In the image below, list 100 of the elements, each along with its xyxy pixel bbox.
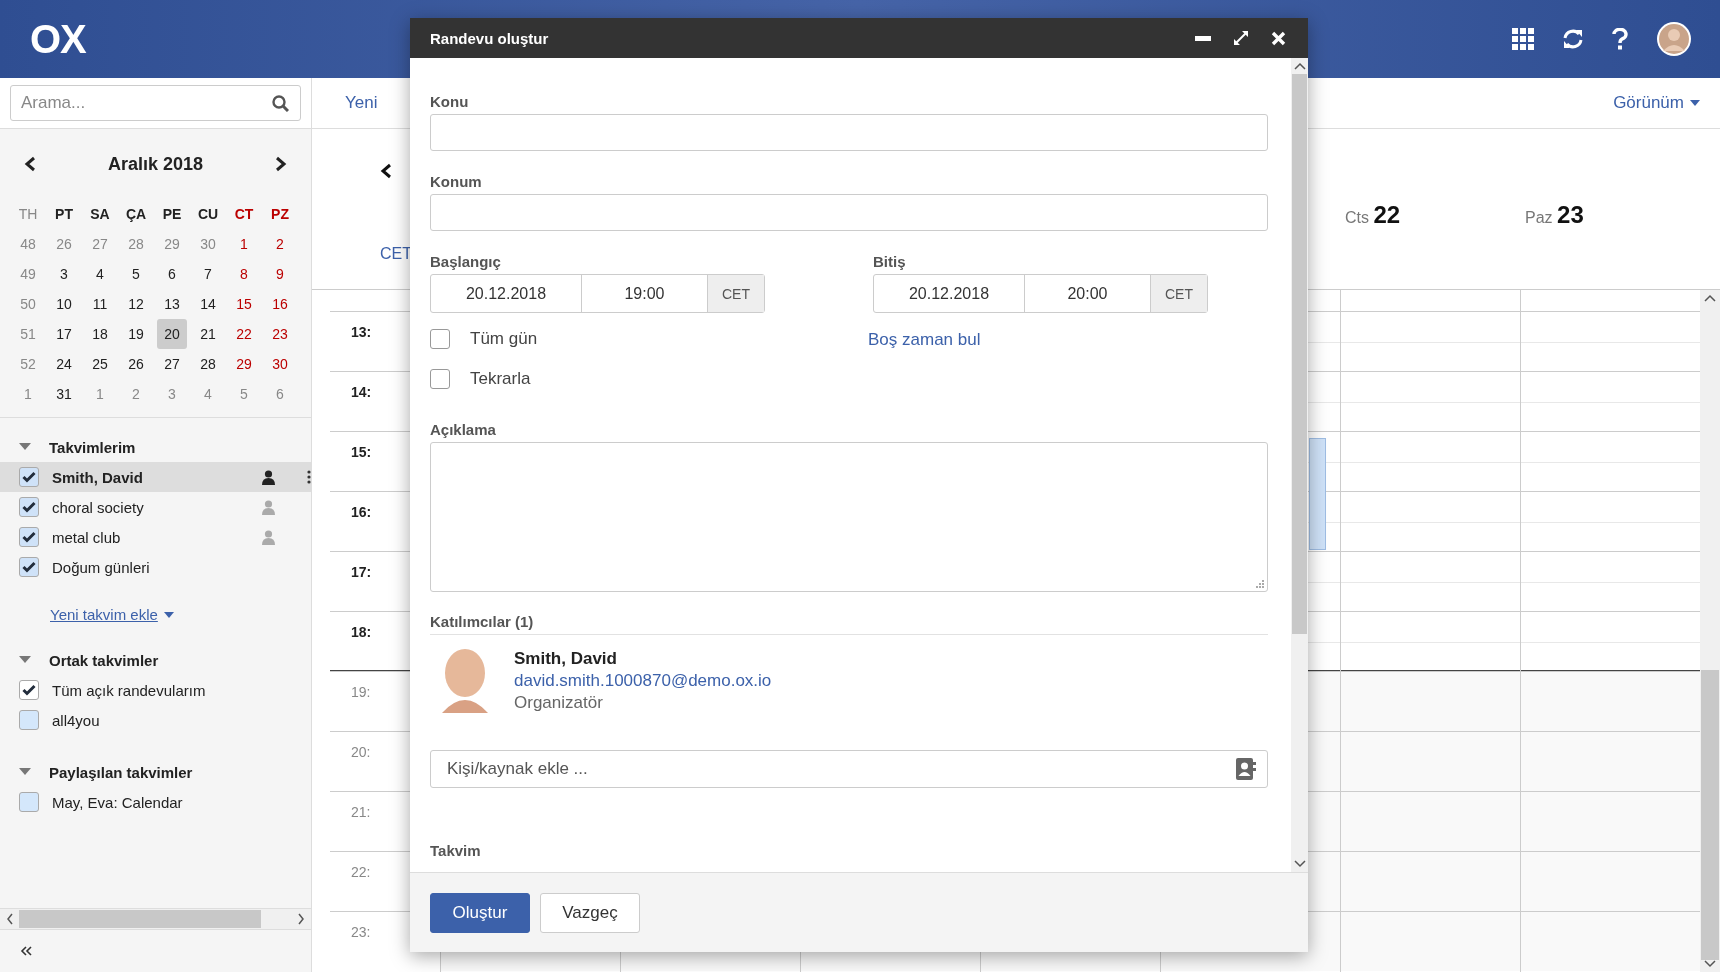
calendar-day[interactable]: 27 bbox=[157, 349, 187, 379]
calendar-day[interactable]: 30 bbox=[265, 349, 295, 379]
calendar-name: Doğum günleri bbox=[52, 558, 151, 576]
search-icon[interactable] bbox=[272, 95, 289, 112]
add-participant-field[interactable]: Kişi/kaynak ekle ... bbox=[430, 750, 1268, 788]
timezone-button[interactable]: CET bbox=[708, 275, 764, 312]
caret-icon[interactable] bbox=[1690, 100, 1700, 106]
calendar-day[interactable]: 12 bbox=[121, 289, 151, 319]
expand-triangle-icon[interactable] bbox=[19, 768, 31, 776]
next-month-icon[interactable] bbox=[275, 156, 287, 172]
calendar-day[interactable]: 23 bbox=[265, 319, 295, 349]
scroll-left-icon[interactable] bbox=[6, 913, 14, 925]
checkbox[interactable] bbox=[19, 792, 39, 812]
logo[interactable]: OX bbox=[30, 16, 86, 62]
calendar-day[interactable]: 9 bbox=[265, 259, 295, 289]
cancel-button[interactable]: Vazgeç bbox=[540, 892, 640, 933]
date-field[interactable]: 20.12.2018 bbox=[874, 275, 1025, 312]
maximize-icon[interactable] bbox=[1233, 30, 1249, 46]
calendar-day[interactable]: 24 bbox=[49, 349, 79, 379]
more-options-icon[interactable] bbox=[307, 470, 311, 484]
hour-label: 15: bbox=[351, 444, 372, 460]
calendar-day[interactable]: 31 bbox=[49, 379, 79, 409]
calendar-day[interactable]: 26 bbox=[121, 349, 151, 379]
calendar-day[interactable]: 22 bbox=[229, 319, 259, 349]
calendar-day[interactable]: 29 bbox=[229, 349, 259, 379]
calendar-day[interactable]: 6 bbox=[157, 259, 187, 289]
calendar-day[interactable]: 10 bbox=[49, 289, 79, 319]
calendar-item[interactable]: Tüm açık randevularım bbox=[0, 675, 311, 705]
email-link[interactable]: david.smith.1000870@demo.ox.io bbox=[514, 670, 772, 692]
previous-month-icon[interactable] bbox=[24, 156, 36, 172]
expand-triangle-icon[interactable] bbox=[19, 443, 31, 451]
description-field[interactable] bbox=[430, 442, 1268, 592]
subject-field[interactable] bbox=[430, 114, 1268, 151]
previous-week-icon[interactable] bbox=[380, 163, 392, 179]
search-field[interactable]: Arama... bbox=[10, 85, 301, 121]
timezone-label[interactable]: CET bbox=[380, 245, 412, 263]
close-icon[interactable] bbox=[1271, 30, 1286, 46]
address-book-icon[interactable] bbox=[1236, 758, 1256, 780]
apps-grid-icon[interactable] bbox=[1512, 28, 1534, 50]
scroll-down-icon[interactable] bbox=[1293, 860, 1306, 868]
calendar-day[interactable]: 2 bbox=[265, 229, 295, 259]
weekday-label: SA bbox=[89, 205, 111, 224]
calendar-day[interactable]: 21 bbox=[193, 319, 223, 349]
vertical-scrollbar[interactable] bbox=[1291, 58, 1308, 872]
calendar-day[interactable]: 1 bbox=[229, 229, 259, 259]
scroll-down-icon[interactable] bbox=[1704, 960, 1716, 968]
resize-grip-icon[interactable] bbox=[1256, 580, 1264, 588]
refresh-icon[interactable] bbox=[1562, 28, 1584, 50]
calendar-item[interactable]: Doğum günleri bbox=[0, 552, 311, 582]
scroll-up-icon[interactable] bbox=[1293, 62, 1306, 70]
checkbox[interactable] bbox=[19, 680, 39, 700]
minimize-icon[interactable] bbox=[1195, 35, 1211, 41]
calendar-day[interactable]: 28 bbox=[193, 349, 223, 379]
calendar-day[interactable]: 3 bbox=[49, 259, 79, 289]
timezone-button[interactable]: CET bbox=[1151, 275, 1207, 312]
expand-triangle-icon[interactable] bbox=[19, 656, 31, 664]
calendar-day[interactable]: 15 bbox=[229, 289, 259, 319]
avatar[interactable] bbox=[1656, 21, 1692, 57]
calendar-day[interactable]: 20 bbox=[157, 319, 187, 349]
calendar-day[interactable]: 25 bbox=[85, 349, 115, 379]
calendar-name: choral society bbox=[52, 498, 145, 516]
add-calendar-link[interactable]: Yeni takvim ekle bbox=[50, 606, 158, 623]
scroll-up-icon[interactable] bbox=[1704, 294, 1716, 302]
calendar-day[interactable]: 17 bbox=[49, 319, 79, 349]
view-menu[interactable]: Görünüm bbox=[1600, 93, 1700, 113]
location-field[interactable] bbox=[430, 194, 1268, 231]
checkbox[interactable] bbox=[430, 369, 450, 389]
calendar-day[interactable]: 8 bbox=[229, 259, 259, 289]
calendar-day[interactable]: 18 bbox=[85, 319, 115, 349]
calendar-day[interactable]: 11 bbox=[85, 289, 115, 319]
create-button[interactable]: Oluştur bbox=[430, 892, 530, 933]
calendar-day[interactable]: 7 bbox=[193, 259, 223, 289]
vertical-scrollbar[interactable] bbox=[1700, 290, 1720, 972]
calendar-item[interactable]: metal club bbox=[0, 522, 311, 552]
checkbox[interactable] bbox=[19, 557, 39, 577]
calendar-item[interactable]: Smith, David bbox=[0, 462, 311, 492]
collapse-sidebar-icon[interactable] bbox=[20, 946, 32, 956]
scroll-right-icon[interactable] bbox=[297, 913, 305, 925]
caret-icon[interactable] bbox=[163, 611, 174, 618]
field-label: Açıklama bbox=[430, 421, 496, 438]
checkbox[interactable] bbox=[19, 497, 39, 517]
help-icon[interactable] bbox=[1612, 28, 1628, 50]
calendar-item[interactable]: May, Eva: Calendar bbox=[0, 787, 311, 817]
checkbox[interactable] bbox=[19, 710, 39, 730]
checkbox[interactable] bbox=[19, 467, 39, 487]
calendar-day[interactable]: 4 bbox=[85, 259, 115, 289]
calendar-day[interactable]: 14 bbox=[193, 289, 223, 319]
calendar-day[interactable]: 5 bbox=[121, 259, 151, 289]
date-field[interactable]: 20.12.2018 bbox=[431, 275, 582, 312]
event-block[interactable] bbox=[1309, 438, 1326, 550]
find-free-time-link[interactable]: Boş zaman bul bbox=[868, 330, 981, 399]
checkbox[interactable] bbox=[19, 527, 39, 547]
calendar-item[interactable]: all4you bbox=[0, 705, 311, 735]
calendar-day[interactable]: 19 bbox=[121, 319, 151, 349]
new-button[interactable]: Yeni bbox=[332, 93, 378, 113]
calendar-day[interactable]: 16 bbox=[265, 289, 295, 319]
calendar-item[interactable]: choral society bbox=[0, 492, 311, 522]
horizontal-scrollbar[interactable] bbox=[0, 908, 311, 929]
checkbox[interactable] bbox=[430, 329, 450, 349]
calendar-day[interactable]: 13 bbox=[157, 289, 187, 319]
